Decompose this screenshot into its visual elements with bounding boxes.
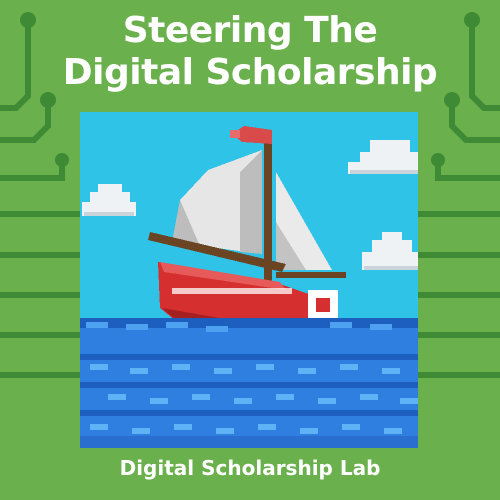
title-line-1: Steering The [122,10,378,51]
title-line-2: Digital Scholarship [62,52,438,93]
sailboat-icon [80,112,418,448]
poster: Steering The Digital Scholarship Digital… [0,0,500,500]
footer-lab-name: Digital Scholarship Lab [119,456,381,480]
